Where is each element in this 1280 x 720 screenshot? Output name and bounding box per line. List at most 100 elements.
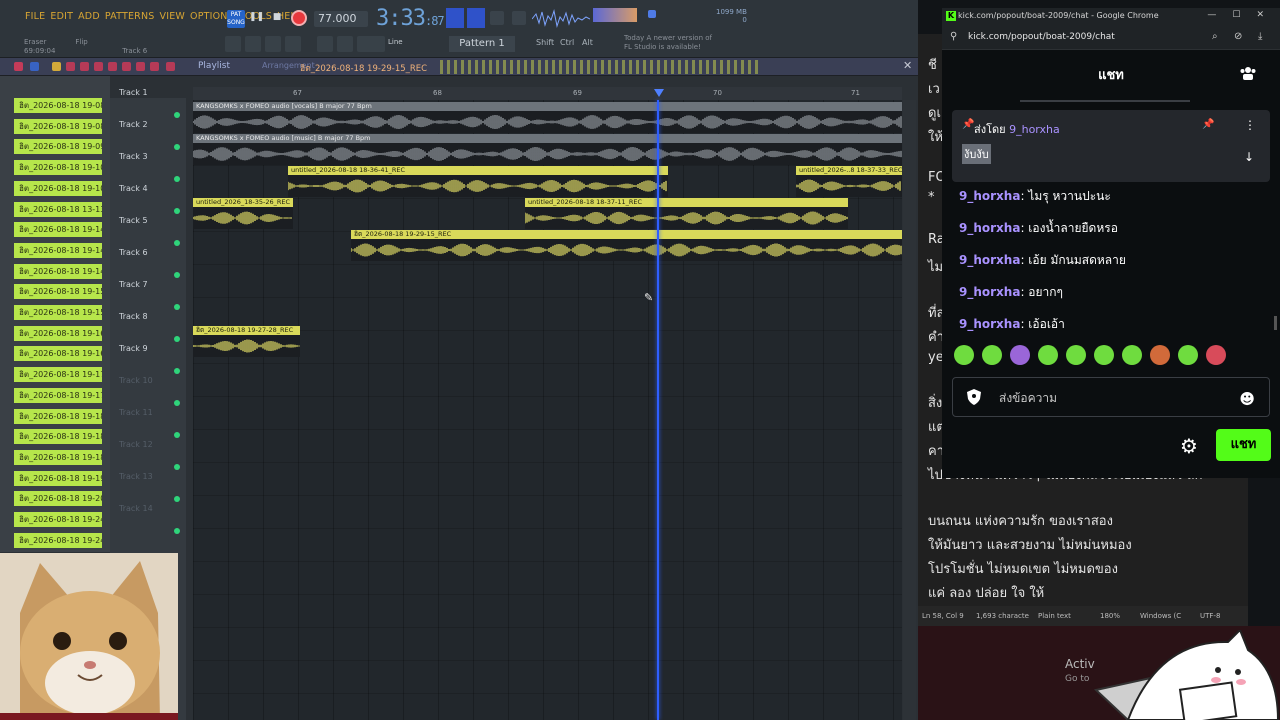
emote-icon[interactable] (1178, 345, 1198, 365)
chat-input[interactable] (999, 389, 1229, 407)
emote-icon[interactable] (1038, 345, 1058, 365)
mute-icon[interactable] (94, 62, 103, 71)
track-mute-led[interactable] (174, 304, 180, 310)
users-icon[interactable] (1240, 66, 1256, 80)
browser-item[interactable]: ฮิต_2026-08-18 19-10-2 (14, 180, 102, 196)
browser-item[interactable]: ฮิต_2026-08-18 19-24-3 (14, 512, 102, 527)
record-button[interactable] (291, 10, 307, 26)
track-mute-led[interactable] (174, 240, 180, 246)
audio-clip[interactable]: KANGSOMKS x FOMEO audio [music] B major … (193, 134, 902, 165)
maximize-icon[interactable]: ☐ (1232, 10, 1240, 20)
metronome-icon[interactable] (467, 8, 485, 28)
emote-icon[interactable] (1150, 345, 1170, 365)
chat-username[interactable]: 9_horxha (959, 285, 1020, 299)
track-name[interactable]: Track 13 (119, 472, 153, 481)
audio-clip[interactable]: KANGSOMKS x FOMEO audio [vocals] B major… (193, 102, 902, 133)
eye-off-icon[interactable]: ⊘ (1234, 31, 1242, 42)
shield-icon[interactable] (967, 389, 981, 405)
track-mute-led[interactable] (174, 336, 180, 342)
pattern-song-toggle[interactable]: PAT SONG (227, 10, 245, 28)
emote-icon[interactable] (1094, 345, 1114, 365)
browser-item[interactable]: ฮิต_2026-08-18 19-18-5 (14, 449, 102, 465)
url-text[interactable]: kick.com/popout/boat-2009/chat (968, 32, 1115, 42)
slip-icon[interactable] (108, 62, 117, 71)
pattern-selector[interactable]: Pattern 1 (449, 36, 515, 52)
channel-rack-icon[interactable] (265, 36, 281, 52)
playlist-current-pattern[interactable]: ฮิต_2026-08-18 19-29-15_REC (300, 61, 427, 75)
menu-add[interactable]: ADD (78, 11, 100, 22)
playhead[interactable] (657, 100, 659, 720)
audio-clip[interactable]: ฮิต_2026-08-18 19-29-15_REC (351, 230, 902, 261)
track-mute-led[interactable] (174, 528, 180, 534)
browser-item[interactable]: ฮิต_2026-08-18 13-13-0 (14, 201, 102, 217)
browser-item[interactable]: ฮิต_2026-08-18 19-09-2 (14, 139, 102, 155)
snap-line-icon[interactable] (357, 36, 385, 52)
chat-scrollbar[interactable] (1274, 316, 1277, 330)
browser-item[interactable]: ฮิต_2026-08-18 19-24-5 (14, 532, 102, 548)
pinned-by-user[interactable]: 9_horxha (1009, 123, 1060, 136)
playlist-grid[interactable]: KANGSOMKS x FOMEO audio [vocals] B major… (193, 100, 902, 720)
snap-mode[interactable]: Line (388, 38, 403, 46)
emote-icon[interactable] (982, 345, 1002, 365)
overview-strip[interactable] (440, 60, 760, 74)
select-icon[interactable] (136, 62, 145, 71)
browser-item[interactable]: ฮิต_2026-08-18 19-19-3 (14, 470, 102, 486)
chat-username[interactable]: 9_horxha (959, 253, 1020, 267)
browser-item[interactable]: ฮิต_2026-08-18 19-14-3 (14, 242, 102, 258)
chat-username[interactable]: 9_horxha (959, 221, 1020, 235)
close-icon[interactable]: ✕ (903, 59, 912, 72)
playhead-marker[interactable] (654, 89, 664, 97)
playlist-scrollbar[interactable] (903, 100, 916, 720)
pencil-icon[interactable] (52, 62, 61, 71)
wait-icon[interactable] (490, 11, 504, 25)
timeline-ruler[interactable]: 67 68 69 70 71 (193, 87, 902, 100)
audio-clip[interactable]: ฮิต_2026-08-18 19-27-28_REC (193, 326, 300, 357)
browser-item[interactable]: ฮิต_2026-08-18 19-14-5 (14, 263, 102, 279)
delete-icon[interactable] (80, 62, 89, 71)
update-message[interactable]: Today A newer version of FL Studio is ava… (624, 34, 712, 52)
menu-patterns[interactable]: PATTERNS (105, 11, 155, 22)
zoom-icon[interactable] (150, 62, 159, 71)
browser-item[interactable]: ฮิต_2026-08-18 19-16-4 (14, 346, 102, 362)
track-name[interactable]: Track 5 (119, 216, 148, 225)
download-icon[interactable]: ⤓ (1258, 31, 1262, 42)
track-name[interactable]: Track 4 (119, 184, 148, 193)
track-name[interactable]: Track 3 (119, 152, 148, 161)
emote-icon[interactable] (1206, 345, 1226, 365)
arrow-icon[interactable] (14, 62, 23, 71)
track-name[interactable]: Track 8 (119, 312, 148, 321)
playback-icon[interactable] (166, 62, 175, 71)
track-mute-led[interactable] (174, 400, 180, 406)
playlist-icon[interactable] (225, 36, 241, 52)
browser-item[interactable]: ฮิต_2026-08-18 19-15-0 (14, 284, 102, 300)
browser-item[interactable]: ฮิต_2026-08-18 19-08-4 (14, 118, 102, 134)
track-name[interactable]: Track 2 (119, 120, 148, 129)
browser-item[interactable]: ฮิต_2026-08-18 19-18-3 (14, 429, 102, 445)
shift-modifier[interactable]: Shift (536, 38, 554, 47)
pause-button[interactable]: ❚❚ (249, 10, 264, 24)
pinned-message[interactable]: 📌 ส่งโดย 9_horxha 📌 ⋮ งับงับ ↓ (952, 110, 1270, 182)
chat-username[interactable]: 9_horxha (959, 189, 1020, 203)
track-name[interactable]: Track 7 (119, 280, 148, 289)
track-name[interactable]: Track 11 (119, 408, 153, 417)
emote-icon[interactable] (1066, 345, 1086, 365)
menu-file[interactable]: FILE (25, 11, 45, 22)
more-icon[interactable]: ⋮ (1244, 118, 1256, 132)
arrow-down-icon[interactable]: ↓ (1244, 150, 1254, 164)
unpin-icon[interactable]: 📌 (1202, 119, 1214, 130)
send-chat-button[interactable]: แชท (1216, 429, 1271, 461)
browser-item[interactable]: ฮิต_2026-08-18 19-18-1 (14, 408, 102, 424)
track-mute-led[interactable] (174, 144, 180, 150)
minimize-icon[interactable]: — (1207, 10, 1216, 20)
snap-icon[interactable] (446, 8, 464, 28)
track-mute-led[interactable] (174, 176, 180, 182)
menu-view[interactable]: VIEW (160, 11, 186, 22)
track-mute-led[interactable] (174, 496, 180, 502)
track-mute-led[interactable] (174, 272, 180, 278)
track-name[interactable]: Track 9 (119, 344, 148, 353)
track-mute-led[interactable] (174, 112, 180, 118)
track-mute-led[interactable] (174, 432, 180, 438)
tempo-display[interactable]: 77.000 (314, 11, 368, 27)
brush-icon[interactable] (66, 62, 75, 71)
track-mute-led[interactable] (174, 368, 180, 374)
